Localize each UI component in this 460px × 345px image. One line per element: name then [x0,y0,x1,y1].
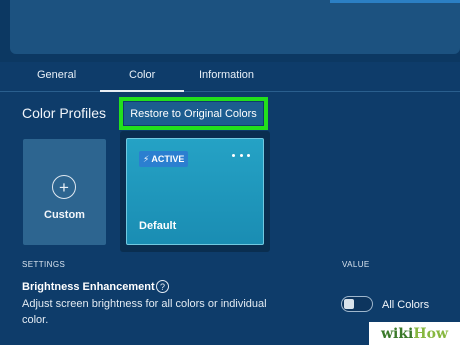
tab-bar: General Color Information [0,62,460,92]
toggle-knob [344,299,354,309]
color-profiles-heading: Color Profiles [22,105,107,121]
settings-column-header: SETTINGS [22,260,66,269]
brightness-enhancement-description: Adjust screen brightness for all colors … [22,298,267,326]
default-profile-label: Default [139,220,177,232]
restore-original-colors-button[interactable]: Restore to Original Colors [124,102,263,125]
default-profile-card[interactable]: ⚡ ACTIVE Default [126,138,264,245]
plus-icon: + [52,175,76,199]
brightness-enhancement-label: Brightness Enhancement [22,281,155,293]
lightning-bolt-icon: ⚡ [143,153,150,164]
value-column-header: VALUE [342,260,370,269]
custom-profile-label: Custom [44,209,85,221]
watermark-wiki: wiki [380,325,414,342]
tab-general[interactable]: General [37,69,76,81]
display-preview-panel [10,0,460,54]
active-badge: ⚡ ACTIVE [139,151,189,167]
help-icon[interactable]: ? [156,280,169,293]
active-badge-label: ACTIVE [151,154,185,164]
tab-color[interactable]: Color [129,69,155,81]
toggle-value-label: All Colors [382,299,430,311]
wikihow-watermark: wiki How [369,322,460,345]
more-dots-icon[interactable] [232,152,250,158]
custom-profile-card[interactable]: + Custom [23,139,106,245]
watermark-how: How [413,325,448,342]
top-accent-bar [330,0,460,3]
tab-information[interactable]: Information [199,69,254,81]
brightness-toggle[interactable] [341,296,373,312]
active-tab-indicator [100,90,184,92]
